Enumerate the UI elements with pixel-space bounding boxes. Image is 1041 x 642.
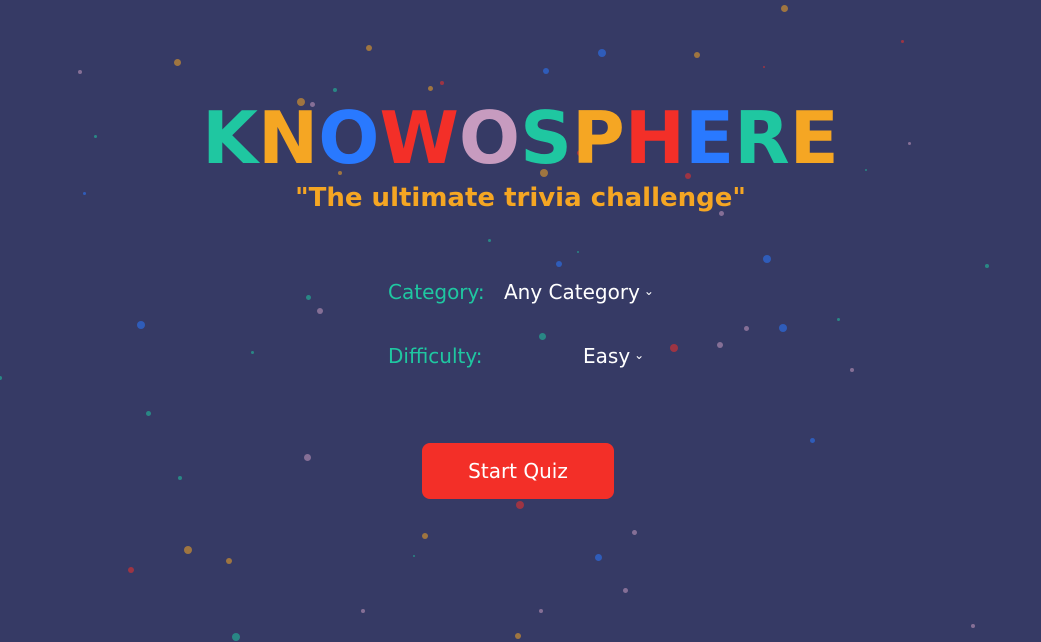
particle-dot: [543, 68, 549, 74]
particle-dot: [717, 342, 723, 348]
particle-dot: [780, 4, 788, 12]
tagline: "The ultimate trivia challenge": [295, 183, 746, 213]
title-letter: O: [318, 96, 380, 180]
title-letter: K: [202, 96, 258, 180]
category-value: Any Category: [504, 280, 640, 304]
title-letter: S: [520, 96, 572, 180]
particle-dot: [137, 321, 145, 329]
particle-dot: [971, 624, 975, 628]
difficulty-select[interactable]: Easy ⌄: [583, 342, 644, 370]
particle-dot: [743, 325, 749, 331]
title-letter: E: [685, 96, 735, 180]
particle-dot: [694, 52, 700, 58]
particle-dot: [178, 476, 182, 480]
particle-dot: [250, 350, 254, 354]
category-label: Category:: [388, 280, 485, 304]
category-select[interactable]: Any Category ⌄: [504, 278, 654, 306]
particle-dot: [631, 529, 637, 535]
particle-dot: [900, 39, 904, 43]
particle-dot: [184, 546, 192, 554]
particle-dot: [763, 255, 771, 263]
particle-dot: [333, 88, 337, 92]
particle-dot: [850, 368, 854, 372]
particle-dot: [226, 558, 232, 564]
particle-dot: [539, 609, 543, 613]
particle-dot: [145, 410, 151, 416]
particle-dot: [78, 70, 82, 74]
particle-dot: [809, 437, 815, 443]
particle-dot: [366, 45, 372, 51]
chevron-down-icon: ⌄: [643, 284, 654, 298]
title-letter: W: [379, 96, 459, 180]
particle-dot: [413, 555, 415, 557]
particle-dot: [173, 58, 181, 66]
particle-dot: [538, 332, 546, 340]
particle-dot: [0, 376, 2, 380]
particle-dot: [594, 553, 602, 561]
particle-dot: [556, 261, 562, 267]
title-letter: N: [257, 96, 319, 180]
start-quiz-button[interactable]: Start Quiz: [422, 443, 614, 499]
particle-dot: [440, 81, 444, 85]
particle-dot: [487, 238, 491, 242]
particle-dot: [422, 533, 428, 539]
title-letter: E: [789, 96, 839, 180]
particle-dot: [985, 264, 989, 268]
difficulty-value: Easy: [583, 344, 631, 368]
particle-dot: [427, 85, 433, 91]
difficulty-label: Difficulty:: [388, 344, 483, 368]
particle-dot: [598, 49, 606, 57]
particle-dot: [303, 453, 311, 461]
particle-dot: [779, 324, 787, 332]
particle-dot: [836, 317, 840, 321]
particle-dot: [317, 308, 323, 314]
particle-dot: [622, 587, 628, 593]
particle-dot: [577, 251, 579, 253]
title-letter: P: [571, 96, 625, 180]
particle-dot: [515, 633, 521, 639]
title-letter: H: [624, 96, 685, 180]
particle-dot: [670, 344, 678, 352]
app-title: KNOWOSPHERE: [0, 98, 1041, 178]
title-letter: R: [734, 96, 790, 180]
title-letter: O: [458, 96, 521, 180]
particle-dot: [361, 609, 365, 613]
chevron-down-icon: ⌄: [634, 348, 645, 362]
particle-dot: [763, 66, 765, 68]
particle-dot: [305, 294, 311, 300]
particle-dot: [232, 633, 240, 641]
particle-dot: [128, 567, 134, 573]
particle-dot: [516, 501, 524, 509]
